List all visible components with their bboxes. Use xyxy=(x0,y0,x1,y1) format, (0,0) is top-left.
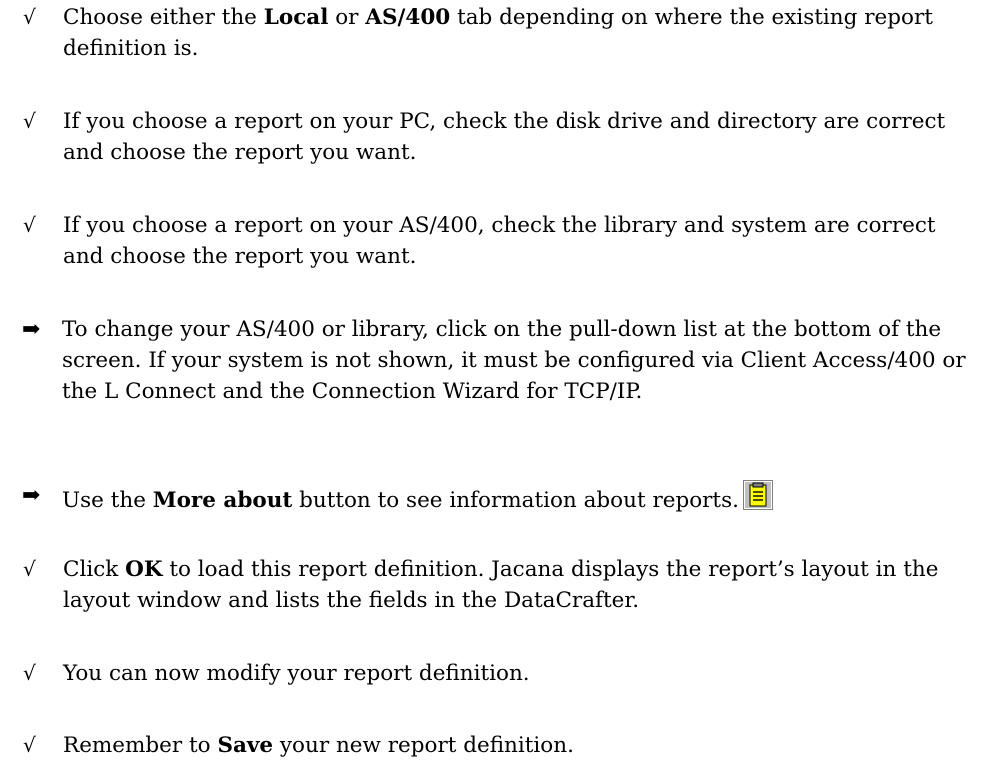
item-text: To change your AS/400 or library, click … xyxy=(62,317,966,404)
list-item: √ Click OK to load this report definitio… xyxy=(22,554,970,616)
instruction-document: √ Choose either the Local or AS/400 tab … xyxy=(0,0,990,780)
item-text: If you choose a report on your PC, check… xyxy=(63,109,946,165)
item-text: Use the More about button to see informa… xyxy=(62,480,970,516)
list-item: ➡ Use the More about button to see infor… xyxy=(22,480,970,516)
list-item: √ Choose either the Local or AS/400 tab … xyxy=(22,2,970,64)
item-text: Choose either the Local or AS/400 tab de… xyxy=(63,5,933,61)
item-text: You can now modify your report definitio… xyxy=(63,661,530,686)
notepad-icon xyxy=(742,480,773,510)
checkmark-bullet: √ xyxy=(23,557,36,581)
tab-name-as400: AS/400 xyxy=(365,5,451,30)
command-name-save: Save xyxy=(217,733,274,758)
list-item: √ Remember to Save your new report defin… xyxy=(22,730,970,761)
list-item: √ If you choose a report on your AS/400,… xyxy=(22,210,970,272)
list-item: √ You can now modify your report definit… xyxy=(22,658,970,689)
checkmark-bullet: √ xyxy=(23,5,36,29)
checkmark-bullet: √ xyxy=(23,213,36,237)
button-name-ok: OK xyxy=(125,557,163,582)
tab-name-local: Local xyxy=(263,5,329,30)
list-item: √ If you choose a report on your PC, che… xyxy=(22,106,970,168)
item-text: Remember to Save your new report definit… xyxy=(63,733,574,758)
item-text: If you choose a report on your AS/400, c… xyxy=(63,213,936,269)
button-name-more-about: More about xyxy=(152,488,293,513)
item-text: Click OK to load this report definition.… xyxy=(63,557,939,613)
checkmark-bullet: √ xyxy=(23,109,36,133)
checkmark-bullet: √ xyxy=(23,733,36,757)
checkmark-bullet: √ xyxy=(23,661,36,685)
arrow-bullet: ➡ xyxy=(22,483,41,508)
list-item: ➡ To change your AS/400 or library, clic… xyxy=(22,314,970,407)
arrow-bullet: ➡ xyxy=(22,317,41,342)
